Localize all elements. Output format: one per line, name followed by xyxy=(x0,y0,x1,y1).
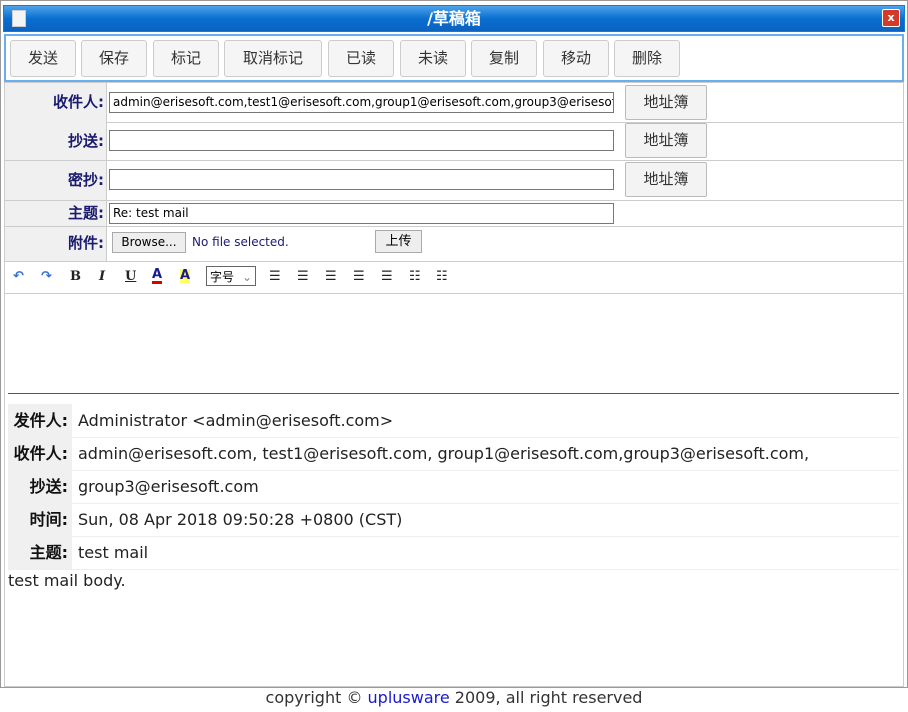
quote-label: 收件人: xyxy=(8,437,72,470)
to-label: 收件人: xyxy=(5,83,107,122)
bcc-address-book-button[interactable]: 地址簿 xyxy=(625,162,707,197)
to-row: 收件人: admin@erisesoft.com,test1@erisesoft… xyxy=(4,82,904,123)
quote-row: 主题: test mail xyxy=(8,536,899,570)
quote-value: admin@erisesoft.com, test1@erisesoft.com… xyxy=(78,444,810,463)
quote-value: group3@erisesoft.com xyxy=(78,477,259,496)
subject-row: 主题: Re: test mail xyxy=(4,201,904,227)
quote-value: test mail xyxy=(78,543,149,562)
delete-button[interactable]: 删除 xyxy=(614,40,680,77)
indent-icon[interactable]: ☰ xyxy=(381,269,393,284)
cc-row: 抄送: 地址簿 xyxy=(4,122,904,161)
quote-label: 发件人: xyxy=(8,404,72,437)
quote-label: 时间: xyxy=(8,503,72,536)
subject-input[interactable]: Re: test mail xyxy=(109,203,614,224)
quote-label: 抄送: xyxy=(8,470,72,503)
align-right-icon[interactable]: ☰ xyxy=(325,269,337,284)
read-button[interactable]: 已读 xyxy=(328,40,394,77)
font-size-value: 字号 xyxy=(210,270,235,284)
cc-input[interactable] xyxy=(109,130,614,151)
font-size-select[interactable]: 字号 ⌄ xyxy=(206,266,256,286)
copy-button[interactable]: 复制 xyxy=(471,40,537,77)
italic-icon[interactable]: I xyxy=(99,269,105,284)
quote-row: 发件人: Administrator <admin@erisesoft.com> xyxy=(8,404,899,438)
message-body: test mail body. xyxy=(8,571,126,590)
unread-button[interactable]: 未读 xyxy=(400,40,466,77)
attachment-label: 附件: xyxy=(5,227,107,261)
underline-icon[interactable]: U xyxy=(125,269,136,284)
quote-row: 收件人: admin@erisesoft.com, test1@erisesoft… xyxy=(8,437,899,471)
cc-address-book-button[interactable]: 地址簿 xyxy=(625,123,707,158)
redo-icon[interactable]: ↷ xyxy=(41,269,52,284)
mark-button[interactable]: 标记 xyxy=(153,40,219,77)
bcc-row: 密抄: 地址簿 xyxy=(4,161,904,201)
quote-row: 抄送: group3@erisesoft.com xyxy=(8,470,899,504)
ordered-list-icon[interactable]: ☷ xyxy=(409,269,421,284)
align-center-icon[interactable]: ☰ xyxy=(297,269,309,284)
editor-toolbar: ↶ ↷ B I U A A 字号 ⌄ ☰ ☰ ☰ ☰ ☰ ☷ ☷ xyxy=(4,261,904,294)
quote-label: 主题: xyxy=(8,536,72,569)
browse-button[interactable]: Browse... xyxy=(112,232,186,253)
quote-row: 时间: Sun, 08 Apr 2018 09:50:28 +0800 (CST) xyxy=(8,503,899,537)
to-address-book-button[interactable]: 地址簿 xyxy=(625,85,707,120)
highlight-icon[interactable]: A xyxy=(180,269,191,283)
quote-divider xyxy=(8,393,899,394)
uplusware-link[interactable]: uplusware xyxy=(368,688,450,707)
window-title: /草稿箱 xyxy=(427,9,481,28)
copyright-text: copyright © xyxy=(265,688,368,707)
quote-value: Sun, 08 Apr 2018 09:50:28 +0800 (CST) xyxy=(78,510,403,529)
outdent-icon[interactable]: ☰ xyxy=(353,269,365,284)
subject-label: 主题: xyxy=(5,201,107,226)
quote-value: Administrator <admin@erisesoft.com> xyxy=(78,411,394,430)
to-input[interactable]: admin@erisesoft.com,test1@erisesoft.com,… xyxy=(109,92,614,113)
upload-button[interactable]: 上传 xyxy=(375,230,422,253)
unmark-button[interactable]: 取消标记 xyxy=(224,40,322,77)
cc-label: 抄送: xyxy=(5,122,107,160)
undo-icon[interactable]: ↶ xyxy=(13,269,24,284)
font-color-icon[interactable]: A xyxy=(152,268,163,284)
file-status: No file selected. xyxy=(192,235,289,249)
action-toolbar: 发送 保存 标记 取消标记 已读 未读 复制 移动 删除 xyxy=(4,34,904,82)
chevron-down-icon: ⌄ xyxy=(241,270,252,284)
move-button[interactable]: 移动 xyxy=(543,40,609,77)
bcc-label: 密抄: xyxy=(5,161,107,200)
bold-icon[interactable]: B xyxy=(70,269,81,284)
attachment-row: 附件: Browse... No file selected. 上传 xyxy=(4,227,904,262)
footer: copyright © uplusware 2009, all right re… xyxy=(0,688,908,707)
unordered-list-icon[interactable]: ☷ xyxy=(436,269,448,284)
bcc-input[interactable] xyxy=(109,169,614,190)
align-left-icon[interactable]: ☰ xyxy=(269,269,281,284)
save-button[interactable]: 保存 xyxy=(81,40,147,77)
copyright-suffix: 2009, all right reserved xyxy=(449,688,643,707)
title-bar: /草稿箱 x xyxy=(3,5,905,32)
close-icon[interactable]: x xyxy=(882,9,900,27)
send-button[interactable]: 发送 xyxy=(10,40,76,77)
document-icon xyxy=(12,10,26,27)
